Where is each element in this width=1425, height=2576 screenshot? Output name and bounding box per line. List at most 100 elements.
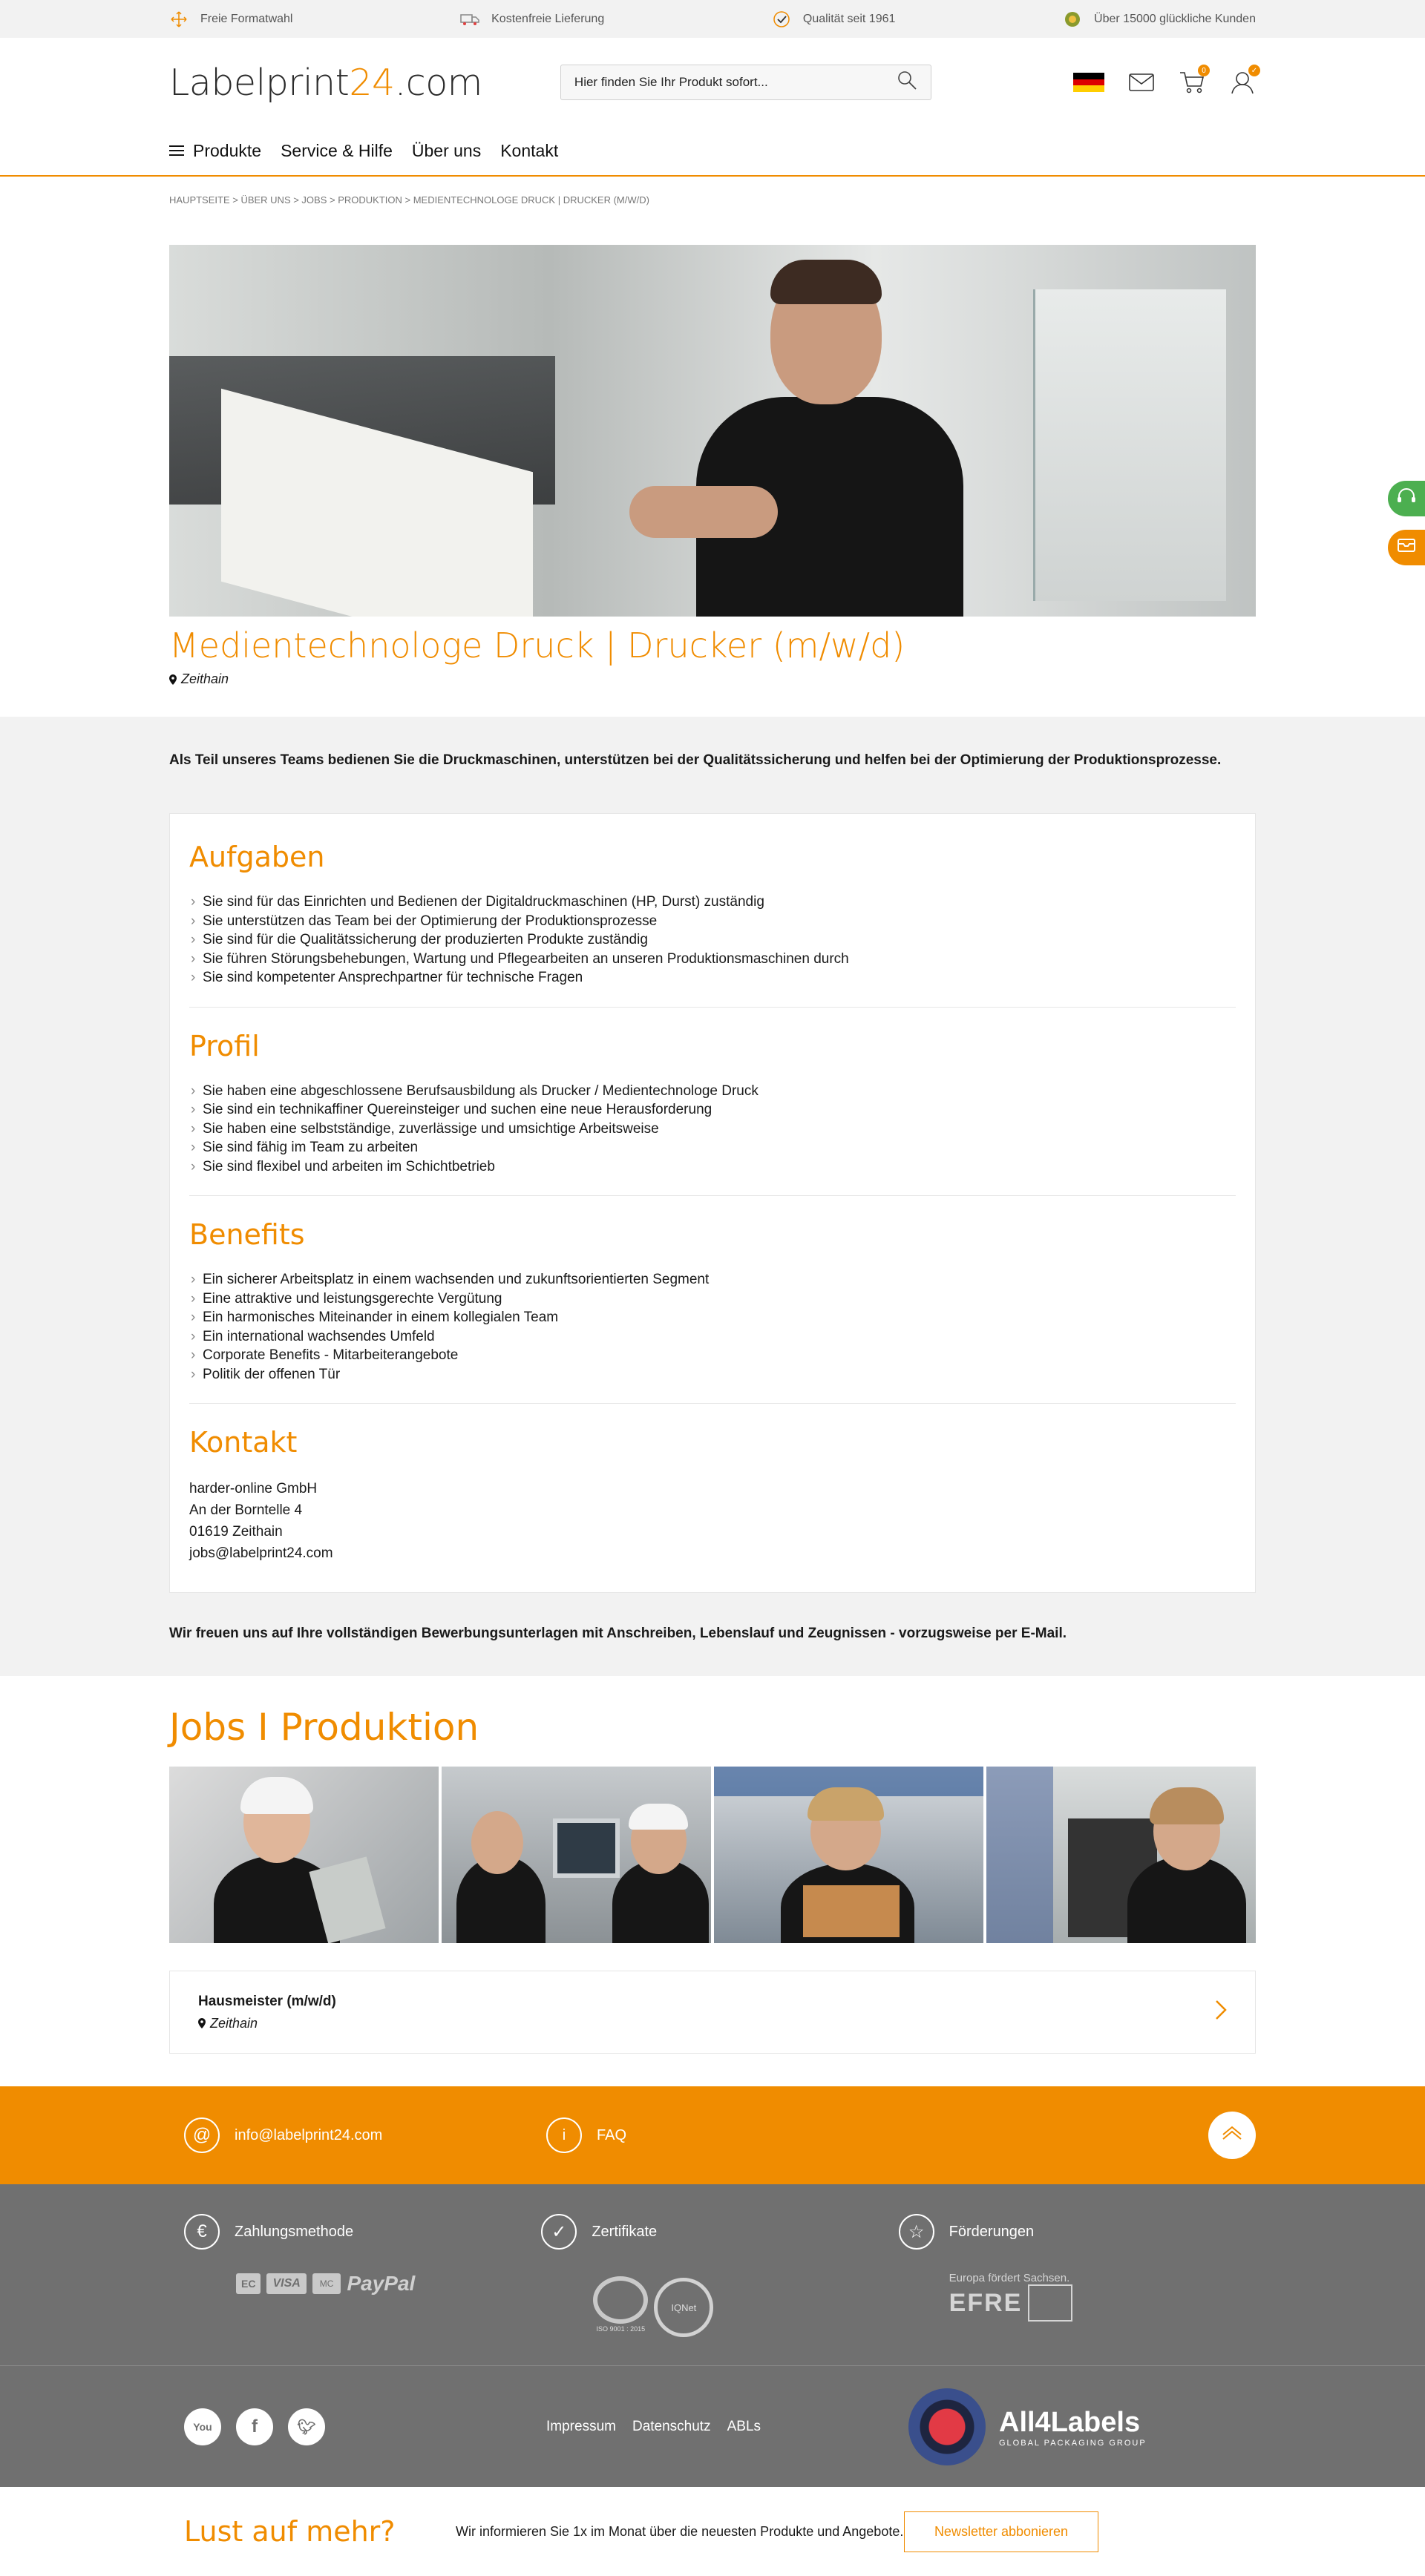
nav-item-kontakt[interactable]: Kontakt: [500, 141, 558, 161]
job-details-section: Als Teil unseres Teams bedienen Sie die …: [0, 717, 1425, 1676]
location-label: Zeithain: [181, 671, 229, 686]
list-item: Sie sind kompetenter Ansprechpartner für…: [189, 968, 1236, 988]
usp-quality: Qualität seit 1961: [772, 10, 896, 29]
job-listing-title: Hausmeister (m/w/d): [198, 1993, 336, 2009]
efre-logo: Europa fördert Sachsen. EFRE: [949, 2272, 1256, 2322]
list-item: Sie sind fähig im Team zu arbeiten: [189, 1138, 1236, 1157]
newsletter-bar: Lust auf mehr? Wir informieren Sie 1x im…: [0, 2487, 1425, 2576]
resize-arrows-icon: [169, 10, 189, 29]
footer-faq-link[interactable]: i FAQ: [546, 2117, 626, 2153]
contact-heading: Kontakt: [189, 1426, 298, 1459]
usp-format: Freie Formatwahl: [169, 10, 292, 29]
facebook-icon[interactable]: f: [236, 2408, 273, 2445]
mail-icon[interactable]: [1128, 69, 1155, 96]
logo-text: Labelprint: [169, 61, 350, 104]
divider: [189, 1403, 1236, 1404]
all4labels-logo[interactable]: All4Labels GLOBAL PACKAGING GROUP: [908, 2388, 1147, 2465]
efre-text: EFRE: [949, 2288, 1023, 2317]
contact-email-link[interactable]: jobs@labelprint24.com: [189, 1545, 333, 1561]
list-item: Sie sind flexibel und arbeiten im Schich…: [189, 1157, 1236, 1177]
at-icon: @: [184, 2117, 220, 2153]
related-jobs-heading: Jobs I Produktion: [169, 1706, 479, 1749]
search-icon[interactable]: [897, 70, 917, 95]
legal-links: Impressum Datenschutz ABLs: [546, 2419, 908, 2435]
nav-item-service[interactable]: Service & Hilfe: [281, 141, 393, 161]
german-flag-icon[interactable]: [1073, 73, 1104, 93]
divider: [189, 1006, 1236, 1008]
ec-logo: EC: [236, 2273, 261, 2294]
contact-address: harder-online GmbH An der Borntelle 4 01…: [189, 1478, 1236, 1564]
list-item: Eine attraktive und leistungsgerechte Ve…: [189, 1289, 1236, 1309]
footer-faq: FAQ: [597, 2126, 627, 2143]
site-logo[interactable]: Labelprint24.com: [169, 62, 482, 104]
mailbox-icon: [1397, 537, 1416, 558]
divider: [189, 1195, 1236, 1196]
footer-email-link[interactable]: @ info@labelprint24.com: [184, 2117, 546, 2153]
search-box: [560, 65, 931, 100]
newsletter-text: Wir informieren Sie 1x im Monat über die…: [456, 2523, 904, 2539]
newsletter-subscribe-button[interactable]: Newsletter abbonieren: [904, 2511, 1098, 2552]
nav-item-ueber-uns[interactable]: Über uns: [412, 141, 481, 161]
team-photo: [986, 1767, 1256, 1943]
usp-label: Freie Formatwahl: [200, 12, 293, 25]
benefits-list: Ein sicherer Arbeitsplatz in einem wachs…: [189, 1270, 1236, 1384]
brand-name: All4Labels: [999, 2406, 1141, 2438]
scroll-to-top-button[interactable]: [1208, 2112, 1256, 2159]
list-item: Sie sind für die Qualitätssicherung der …: [189, 930, 1236, 950]
certificates-column: ✓ Zertifikate ISO 9001 : 2015 IQNet: [541, 2214, 898, 2337]
social-links: You f 🐦︎: [184, 2408, 546, 2445]
cert-heading: Zertifikate: [592, 2223, 658, 2240]
job-listing-link[interactable]: Hausmeister (m/w/d) Zeithain: [169, 1971, 1256, 2054]
logo-accent: 24: [349, 61, 395, 104]
happy-customer-icon: [1063, 10, 1082, 29]
list-item: Ein harmonisches Miteinander in einem ko…: [189, 1308, 1236, 1327]
youtube-icon[interactable]: You: [184, 2408, 221, 2445]
usp-delivery: Kostenfreie Lieferung: [460, 10, 604, 29]
datenschutz-link[interactable]: Datenschutz: [632, 2419, 711, 2435]
newsletter-heading: Lust auf mehr?: [184, 2515, 396, 2548]
cart-count-badge: 0: [1198, 65, 1210, 76]
location-label: Zeithain: [210, 2015, 258, 2031]
footer-info: € Zahlungsmethode EC VISA MC PayPal ✓ Zert…: [0, 2184, 1425, 2365]
impressum-link[interactable]: Impressum: [546, 2419, 616, 2435]
nav-item-produkte[interactable]: Produkte: [193, 141, 261, 161]
breadcrumb[interactable]: Hauptseite > Über uns > Jobs > Produktio…: [169, 177, 1256, 245]
eu-flag-icon: [1028, 2284, 1073, 2322]
profile-list: Sie haben eine abgeschlossene Berufsausb…: [189, 1082, 1236, 1177]
usp-label: Über 15000 glückliche Kunden: [1094, 12, 1256, 25]
delivery-truck-icon: [460, 10, 479, 29]
contact-company: harder-online GmbH: [189, 1481, 318, 1496]
list-item: Sie sind für das Einrichten und Bedienen…: [189, 893, 1236, 912]
contact-form-button[interactable]: [1388, 530, 1425, 565]
quality-check-icon: [772, 10, 791, 29]
payment-column: € Zahlungsmethode EC VISA MC PayPal: [184, 2214, 541, 2337]
support-chat-button[interactable]: [1388, 481, 1425, 516]
payment-logos: EC VISA MC PayPal: [236, 2272, 541, 2296]
list-item: Sie haben eine selbstständige, zuverläss…: [189, 1120, 1236, 1139]
job-location: Zeithain: [169, 671, 1256, 687]
mastercard-logo: MC: [312, 2273, 341, 2294]
location-pin-icon: [169, 674, 177, 685]
related-jobs-section: Jobs I Produktion Hausmeister (m/w/d) Ze…: [0, 1676, 1425, 2086]
footer-email: info@labelprint24.com: [235, 2126, 383, 2143]
search-input[interactable]: [574, 75, 897, 90]
cart-icon[interactable]: 0: [1179, 65, 1210, 96]
info-icon: i: [546, 2117, 582, 2153]
chevron-up-icon: [1222, 2126, 1242, 2145]
account-status-badge: ✓: [1248, 65, 1260, 76]
footer-bottom: You f 🐦︎ Impressum Datenschutz ABLs All4…: [0, 2365, 1425, 2487]
efre-caption: Europa fördert Sachsen.: [949, 2272, 1070, 2284]
twitter-icon[interactable]: 🐦︎: [288, 2408, 325, 2445]
usp-label: Qualität seit 1961: [802, 12, 896, 25]
abls-link[interactable]: ABLs: [727, 2419, 761, 2435]
iqnet-cert-logo: IQNet: [654, 2278, 714, 2337]
usp-customers: Über 15000 glückliche Kunden: [1063, 10, 1256, 29]
job-intro: Als Teil unseres Teams bedienen Sie die …: [169, 752, 1222, 768]
list-item: Sie unterstützen das Team bei der Optimi…: [189, 912, 1236, 931]
top-usp-bar: Freie Formatwahl Kostenfreie Lieferung Q…: [0, 0, 1425, 38]
logo-tail: .com: [394, 61, 483, 104]
funding-heading: Förderungen: [949, 2223, 1035, 2240]
iso-cert-logo: ISO 9001 : 2015: [593, 2276, 649, 2333]
menu-icon[interactable]: [169, 145, 184, 156]
account-icon[interactable]: ✓: [1229, 65, 1260, 96]
